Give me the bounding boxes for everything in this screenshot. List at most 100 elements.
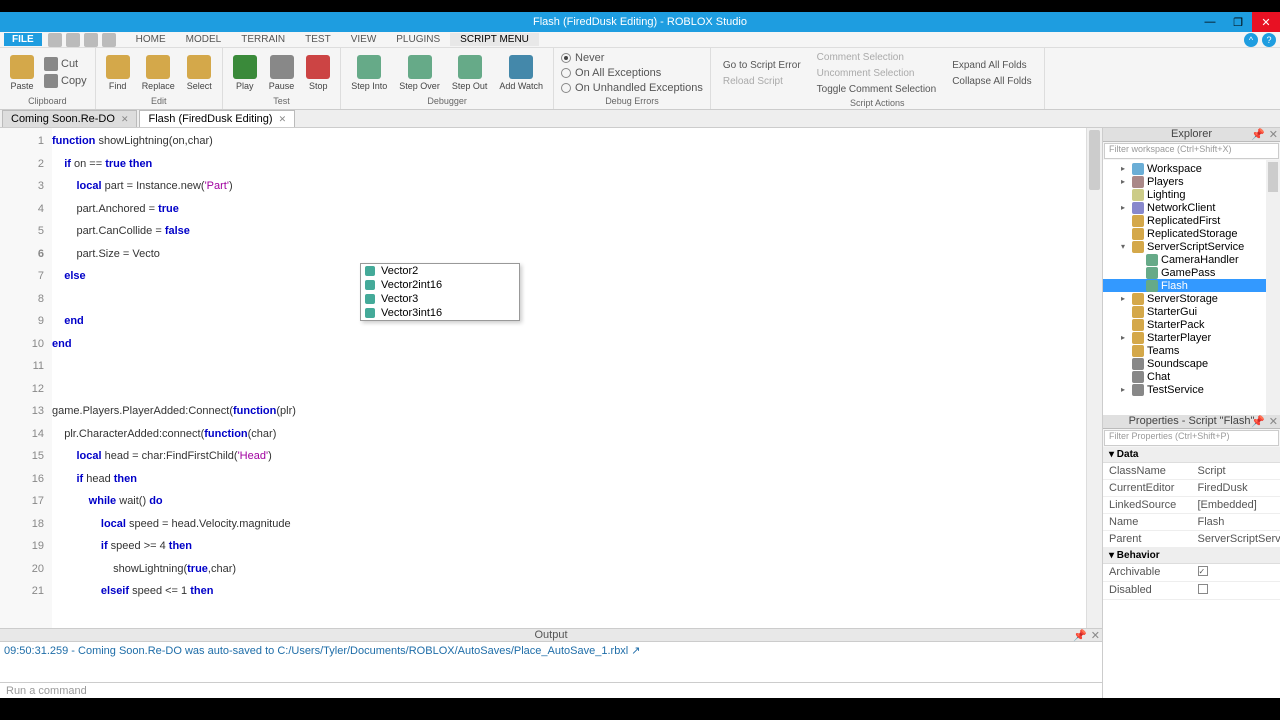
tab-close-icon[interactable]: ✕ bbox=[279, 114, 287, 125]
reload-script[interactable]: Reload Script bbox=[717, 74, 807, 89]
autocomplete-item[interactable]: Vector3 bbox=[361, 292, 519, 306]
output-pin-icon[interactable]: 📌 bbox=[1073, 629, 1087, 642]
output-body[interactable]: 09:50:31.259 - Coming Soon.Re-DO was aut… bbox=[0, 642, 1102, 682]
file-menu[interactable]: FILE bbox=[4, 33, 42, 46]
ribbon-tab-view[interactable]: VIEW bbox=[341, 33, 387, 46]
collapse-folds[interactable]: Collapse All Folds bbox=[946, 74, 1037, 89]
autocomplete-item[interactable]: Vector2 bbox=[361, 264, 519, 278]
document-tab[interactable]: Coming Soon.Re-DO✕ bbox=[2, 110, 137, 127]
stop-button[interactable]: Stop bbox=[302, 53, 334, 93]
tree-node-lighting[interactable]: Lighting bbox=[1103, 188, 1280, 201]
paste-button[interactable]: Paste bbox=[6, 53, 38, 93]
expand-folds[interactable]: Expand All Folds bbox=[946, 58, 1037, 73]
output-close-icon[interactable]: ✕ bbox=[1091, 629, 1100, 642]
properties-filter[interactable]: Filter Properties (Ctrl+Shift+P) bbox=[1104, 430, 1279, 446]
debug-error-option[interactable]: On Unhandled Exceptions bbox=[560, 81, 704, 95]
line-gutter: 123456789101112131415161718192021 bbox=[0, 128, 52, 628]
properties-header: Properties - Script "Flash" 📌✕ bbox=[1103, 415, 1280, 429]
tree-node-flash[interactable]: Flash bbox=[1103, 279, 1280, 292]
close-button[interactable]: ✕ bbox=[1252, 12, 1280, 32]
prop-row[interactable]: Disabled bbox=[1103, 582, 1280, 600]
tree-node-startergui[interactable]: StarterGui bbox=[1103, 305, 1280, 318]
ribbon-tab-plugins[interactable]: PLUGINS bbox=[386, 33, 450, 46]
tree-node-serverstorage[interactable]: ▸ServerStorage bbox=[1103, 292, 1280, 305]
ribbon-tab-model[interactable]: MODEL bbox=[176, 33, 232, 46]
editor-scrollbar[interactable] bbox=[1086, 128, 1102, 628]
titlebar: Flash (FiredDusk Editing) - ROBLOX Studi… bbox=[0, 12, 1280, 32]
tree-node-players[interactable]: ▸Players bbox=[1103, 175, 1280, 188]
tree-node-chat[interactable]: Chat bbox=[1103, 370, 1280, 383]
tree-node-workspace[interactable]: ▸Workspace bbox=[1103, 162, 1280, 175]
explorer-header: Explorer 📌✕ bbox=[1103, 128, 1280, 142]
explorer-tree[interactable]: ▸Workspace▸PlayersLighting▸NetworkClient… bbox=[1103, 160, 1280, 415]
comment-selection[interactable]: Comment Selection bbox=[811, 50, 943, 65]
step-out-button[interactable]: Step Out bbox=[448, 53, 492, 93]
tree-node-teams[interactable]: Teams bbox=[1103, 344, 1280, 357]
qat-undo-icon[interactable] bbox=[66, 33, 80, 47]
tree-node-soundscape[interactable]: Soundscape bbox=[1103, 357, 1280, 370]
play-button[interactable]: Play bbox=[229, 53, 261, 93]
prop-row[interactable]: ParentServerScriptService bbox=[1103, 531, 1280, 548]
tree-node-serverscriptservice[interactable]: ▾ServerScriptService bbox=[1103, 240, 1280, 253]
tree-node-gamepass[interactable]: GamePass bbox=[1103, 266, 1280, 279]
explorer-close-icon[interactable]: ✕ bbox=[1269, 128, 1278, 141]
props-close-icon[interactable]: ✕ bbox=[1269, 415, 1278, 428]
prop-row[interactable]: CurrentEditorFiredDusk bbox=[1103, 480, 1280, 497]
document-tabs: Coming Soon.Re-DO✕Flash (FiredDusk Editi… bbox=[0, 110, 1280, 128]
replace-button[interactable]: Replace bbox=[138, 53, 179, 93]
code-editor[interactable]: 123456789101112131415161718192021 functi… bbox=[0, 128, 1102, 628]
goto-script-error[interactable]: Go to Script Error bbox=[717, 58, 807, 73]
prop-row[interactable]: ClassNameScript bbox=[1103, 463, 1280, 480]
copy-button[interactable]: Copy bbox=[42, 73, 89, 89]
pause-button[interactable]: Pause bbox=[265, 53, 299, 93]
props-pin-icon[interactable]: 📌 bbox=[1251, 415, 1265, 428]
tree-node-replicatedstorage[interactable]: ReplicatedStorage bbox=[1103, 227, 1280, 240]
tree-node-starterplayer[interactable]: ▸StarterPlayer bbox=[1103, 331, 1280, 344]
autocomplete-item[interactable]: Vector3int16 bbox=[361, 306, 519, 320]
qat-redo-icon[interactable] bbox=[84, 33, 98, 47]
tree-node-testservice[interactable]: ▸TestService bbox=[1103, 383, 1280, 396]
step-into-button[interactable]: Step Into bbox=[347, 53, 391, 93]
autocomplete-item[interactable]: Vector2int16 bbox=[361, 278, 519, 292]
ribbon-tab-test[interactable]: TEST bbox=[295, 33, 341, 46]
collapse-ribbon-icon[interactable]: ^ bbox=[1244, 33, 1258, 47]
prop-row[interactable]: NameFlash bbox=[1103, 514, 1280, 531]
explorer-filter[interactable]: Filter workspace (Ctrl+Shift+X) bbox=[1104, 143, 1279, 159]
output-header: Output 📌✕ bbox=[0, 628, 1102, 642]
menubar: FILE HOMEMODELTERRAINTESTVIEWPLUGINSSCRI… bbox=[0, 32, 1280, 48]
qat-play-icon[interactable] bbox=[102, 33, 116, 47]
document-tab[interactable]: Flash (FiredDusk Editing)✕ bbox=[139, 110, 295, 127]
ribbon-tab-home[interactable]: HOME bbox=[126, 33, 176, 46]
tab-close-icon[interactable]: ✕ bbox=[121, 114, 129, 125]
find-button[interactable]: Find bbox=[102, 53, 134, 93]
tree-node-replicatedfirst[interactable]: ReplicatedFirst bbox=[1103, 214, 1280, 227]
add-watch-button[interactable]: Add Watch bbox=[495, 53, 547, 93]
help-icon[interactable]: ? bbox=[1262, 33, 1276, 47]
ribbon: Paste Cut Copy Clipboard Find Replace Se… bbox=[0, 48, 1280, 110]
properties-panel[interactable]: ▾ DataClassNameScriptCurrentEditorFiredD… bbox=[1103, 447, 1280, 698]
explorer-scrollbar[interactable] bbox=[1266, 160, 1280, 415]
maximize-button[interactable]: ❐ bbox=[1224, 12, 1252, 32]
tree-node-starterpack[interactable]: StarterPack bbox=[1103, 318, 1280, 331]
cut-button[interactable]: Cut bbox=[42, 56, 89, 72]
prop-section[interactable]: ▾ Data bbox=[1103, 447, 1280, 463]
debug-error-option[interactable]: On All Exceptions bbox=[560, 66, 704, 80]
prop-section[interactable]: ▾ Behavior bbox=[1103, 548, 1280, 564]
prop-row[interactable]: LinkedSource[Embedded] bbox=[1103, 497, 1280, 514]
minimize-button[interactable]: — bbox=[1196, 12, 1224, 32]
command-bar[interactable]: Run a command bbox=[0, 682, 1102, 698]
uncomment-selection[interactable]: Uncomment Selection bbox=[811, 66, 943, 81]
select-button[interactable]: Select bbox=[183, 53, 216, 93]
window-title: Flash (FiredDusk Editing) - ROBLOX Studi… bbox=[533, 16, 747, 28]
debug-error-option[interactable]: Never bbox=[560, 51, 704, 65]
ribbon-tab-script-menu[interactable]: SCRIPT MENU bbox=[450, 33, 539, 46]
ribbon-tab-terrain[interactable]: TERRAIN bbox=[231, 33, 295, 46]
prop-row[interactable]: Archivable bbox=[1103, 564, 1280, 582]
qat-save-icon[interactable] bbox=[48, 33, 62, 47]
step-over-button[interactable]: Step Over bbox=[395, 53, 444, 93]
autocomplete-popup[interactable]: Vector2Vector2int16Vector3Vector3int16 bbox=[360, 263, 520, 321]
tree-node-networkclient[interactable]: ▸NetworkClient bbox=[1103, 201, 1280, 214]
toggle-comment[interactable]: Toggle Comment Selection bbox=[811, 82, 943, 97]
tree-node-camerahandler[interactable]: CameraHandler bbox=[1103, 253, 1280, 266]
explorer-pin-icon[interactable]: 📌 bbox=[1251, 128, 1265, 141]
